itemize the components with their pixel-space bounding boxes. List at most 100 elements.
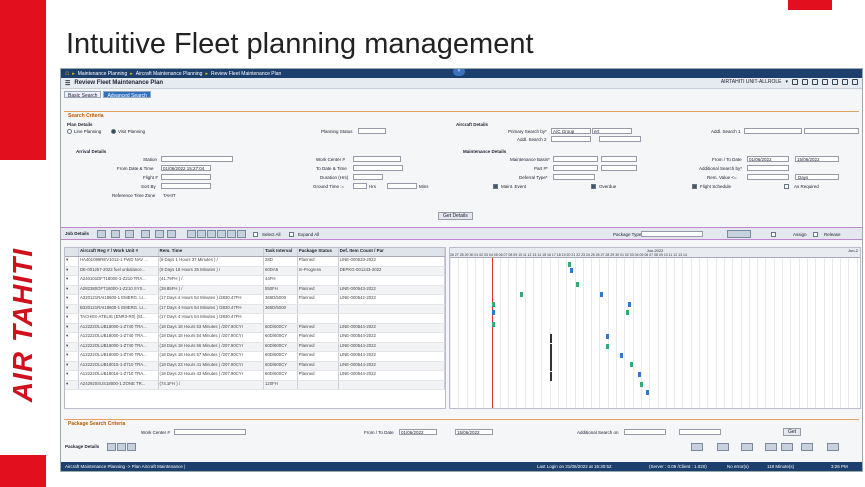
view-icon[interactable] <box>125 230 134 238</box>
flight-no-input[interactable] <box>161 174 211 180</box>
col-task-interval[interactable]: Task Interval <box>264 248 298 256</box>
delete-icon[interactable] <box>197 230 206 238</box>
table-row[interactable]: ▾ A12222OLUB18000-1-Z740 TRA... (18 Days 1… <box>65 342 446 352</box>
list-icon[interactable] <box>141 230 150 238</box>
gantt-task-marker[interactable] <box>600 292 603 297</box>
table-row[interactable]: ▾ A12222OLUB18000-1-Z740 TRA... (18 Days 1… <box>65 333 446 343</box>
gantt-task-marker[interactable] <box>520 292 523 297</box>
link-icon[interactable] <box>227 230 236 238</box>
user-dropdown[interactable]: AIRTAHITI UNIT-ALLROLE <box>721 79 782 85</box>
from-date-input[interactable]: 01/06/2022 15:27:04 <box>161 165 211 171</box>
gantt-bar[interactable] <box>550 353 552 362</box>
help-icon[interactable] <box>832 79 838 85</box>
part-no-select[interactable] <box>553 165 598 171</box>
gantt-bar[interactable] <box>550 372 552 381</box>
pkg-work-center-select[interactable] <box>174 429 246 435</box>
get-details-button[interactable]: Get Details <box>438 212 473 220</box>
pkg-tool-5[interactable] <box>781 443 793 451</box>
select-all-checkbox[interactable] <box>253 232 258 237</box>
search-icon[interactable] <box>97 230 106 238</box>
window-icon[interactable] <box>842 79 848 85</box>
ground-mins-input[interactable] <box>387 183 417 189</box>
table-row[interactable]: ▾ A12222OLUB18000-1-Z740 TRA... (18 Days 1… <box>65 352 446 362</box>
expand-icon[interactable]: ▾ <box>65 342 79 351</box>
menu-icon[interactable]: ☰ <box>65 80 70 87</box>
to-date-input[interactable] <box>353 165 403 171</box>
copy-icon[interactable] <box>217 230 226 238</box>
primary-search-input[interactable]: ert <box>592 128 632 134</box>
table-row[interactable]: ▾ A12222OLUB18000-1-Z740 TRA... (18 Days 1… <box>65 323 446 333</box>
gantt-task-marker[interactable] <box>606 344 609 349</box>
gantt-task-marker[interactable] <box>576 282 579 287</box>
expand-icon[interactable]: ▾ <box>65 380 79 389</box>
expand-icon[interactable]: ▾ <box>65 304 79 313</box>
table-row[interactable]: ▾ A12222OLUB18016-1-Z710 TRA... (18 Days 2… <box>65 371 446 381</box>
remove-icon[interactable] <box>207 230 216 238</box>
visit-planning-radio[interactable] <box>111 129 116 134</box>
gantt-bar[interactable] <box>550 344 552 353</box>
pkg-icon-3[interactable] <box>127 443 136 451</box>
move-icon[interactable] <box>155 230 164 238</box>
pkg-tool-6[interactable] <box>801 443 813 451</box>
zoom-icon[interactable] <box>111 230 120 238</box>
export-icon[interactable] <box>237 230 246 238</box>
chevron-down-icon[interactable]: ▾ <box>785 79 788 85</box>
tab-basic-search[interactable]: Basic Search <box>64 91 102 99</box>
from-date-field[interactable]: 01/06/2022 <box>747 156 789 162</box>
gantt-bar[interactable] <box>550 362 552 371</box>
col-def-item[interactable]: Def. Item Count / Par <box>339 248 446 256</box>
col-aircraft[interactable]: Aircraft Reg # / Work Unit # <box>79 248 159 256</box>
expand-all-checkbox[interactable] <box>289 232 294 237</box>
pkg-get-button[interactable]: Get <box>783 428 802 436</box>
pkg-tool-1[interactable] <box>691 443 703 451</box>
pkg-addl-search-select[interactable] <box>624 429 666 435</box>
duration-input[interactable] <box>353 174 383 180</box>
expand-icon[interactable]: ▾ <box>65 266 79 275</box>
gantt-task-marker[interactable] <box>626 310 629 315</box>
table-row[interactable]: ▾ B320121RAI18600-1 EMERG. LI... (17 Days … <box>65 304 446 314</box>
maximize-icon[interactable] <box>852 79 858 85</box>
deferral-type-input[interactable] <box>553 174 595 180</box>
addl-search-by-select[interactable] <box>747 165 789 171</box>
gantt-task-marker[interactable] <box>568 262 571 267</box>
pkg-to-date[interactable]: 15/06/2022 <box>455 429 493 435</box>
apply-package-button[interactable] <box>727 230 751 238</box>
addl-search1-input[interactable] <box>804 128 859 134</box>
gantt-task-marker[interactable] <box>492 302 495 307</box>
col-rem-time[interactable]: Rem. Time <box>159 248 264 256</box>
addl-search2-input[interactable] <box>599 136 641 142</box>
table-row[interactable]: ▾ A242920SUS18000-1 ZONE TR... (74.1FH ) /… <box>65 380 446 390</box>
gantt-task-marker[interactable] <box>630 362 633 367</box>
job-option-checkbox[interactable] <box>771 232 776 237</box>
breadcrumb-item[interactable]: Aircraft Maintenance Planning <box>136 71 203 77</box>
table-row[interactable]: ▾ A282380OFT18000-1-Z210 SYS... (39.85FH )… <box>65 285 446 295</box>
flight-schedule-checkbox[interactable] <box>692 184 697 189</box>
rem-unit-select[interactable]: Days <box>795 174 839 180</box>
maint-event-checkbox[interactable] <box>493 184 498 189</box>
station-input[interactable] <box>161 156 233 162</box>
expand-icon[interactable]: ▾ <box>65 333 79 342</box>
expand-icon[interactable]: ▾ <box>65 361 79 370</box>
planning-status-select[interactable] <box>358 128 386 134</box>
print-icon[interactable] <box>802 79 808 85</box>
add-icon[interactable] <box>187 230 196 238</box>
tab-advanced-search[interactable]: Advanced Search <box>103 91 151 99</box>
table-row[interactable]: ▾ HA401099REV1012-1 FWD NAV ... (9 Days 1 … <box>65 257 446 267</box>
to-date-field[interactable]: 15/06/2022 <box>795 156 839 162</box>
table-row[interactable]: ▾ A240101DFT18000-1-Z210 TRA... (41.79FH )… <box>65 276 446 286</box>
maint-basis-input[interactable] <box>601 156 637 162</box>
pkg-icon-2[interactable] <box>117 443 126 451</box>
package-type-select[interactable] <box>641 231 703 237</box>
refresh-icon[interactable] <box>812 79 818 85</box>
breadcrumb-item[interactable]: Maintenance Planning <box>78 71 127 77</box>
back-icon[interactable] <box>822 79 828 85</box>
expand-icon[interactable]: ▾ <box>65 295 79 304</box>
assign-checkbox[interactable] <box>813 232 818 237</box>
pkg-tool-3[interactable] <box>741 443 753 451</box>
overdue-checkbox[interactable] <box>591 184 596 189</box>
gantt-task-marker[interactable] <box>640 382 643 387</box>
maint-basis-select[interactable] <box>553 156 598 162</box>
collapse-icon[interactable]: ˄ <box>453 69 465 76</box>
gantt-task-marker[interactable] <box>606 334 609 339</box>
pkg-addl-search-input[interactable] <box>679 429 721 435</box>
